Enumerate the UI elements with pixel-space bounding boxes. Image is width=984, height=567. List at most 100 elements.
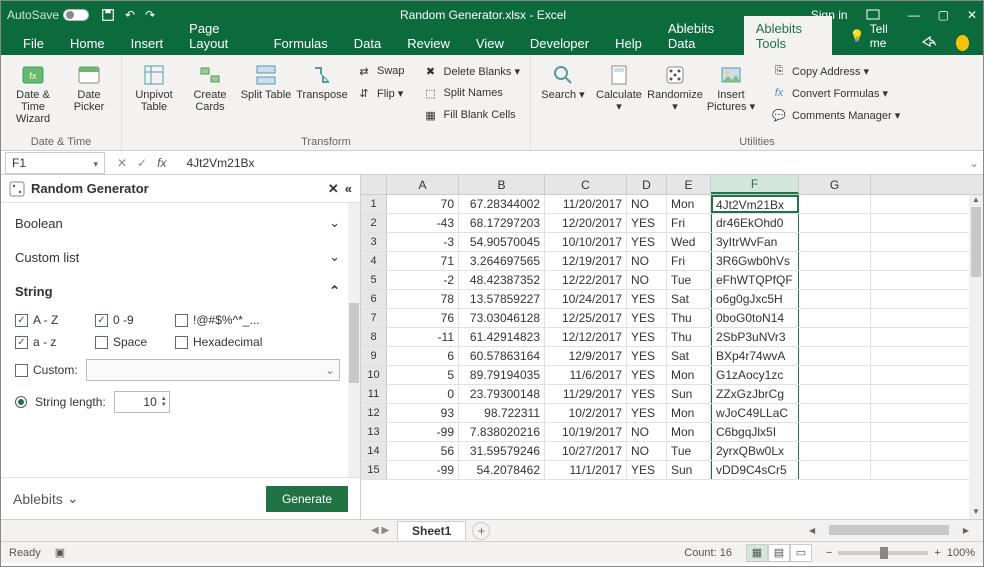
cell[interactable]: 11/6/2017	[545, 366, 627, 384]
cell[interactable]: YES	[627, 214, 667, 232]
cell[interactable]: YES	[627, 461, 667, 479]
cell[interactable]: Sat	[667, 290, 711, 308]
cell[interactable]	[799, 347, 871, 365]
save-icon[interactable]	[101, 8, 115, 22]
cell[interactable]: 12/19/2017	[545, 252, 627, 270]
expand-formula-icon[interactable]: ⌄	[965, 156, 983, 170]
scrollbar-thumb[interactable]	[349, 303, 359, 383]
cell[interactable]: 3.264697565	[459, 252, 545, 270]
comments-manager-button[interactable]: 💬Comments Manager ▾	[767, 105, 904, 125]
flip-button[interactable]: ⇵Flip ▾	[352, 83, 409, 103]
cell[interactable]: 2yrxQBw0Lx	[711, 442, 799, 460]
row-header[interactable]: 7	[361, 309, 387, 327]
cell[interactable]: Thu	[667, 309, 711, 327]
cell[interactable]: YES	[627, 290, 667, 308]
row-header[interactable]: 4	[361, 252, 387, 270]
row-header[interactable]: 1	[361, 195, 387, 213]
cell[interactable]: 13.57859227	[459, 290, 545, 308]
transpose-button[interactable]: Transpose	[296, 59, 348, 101]
cell[interactable]: NO	[627, 423, 667, 441]
view-page-layout[interactable]: ▤	[768, 544, 790, 562]
cell[interactable]: -99	[387, 423, 459, 441]
cell[interactable]: 10/19/2017	[545, 423, 627, 441]
cell[interactable]: 60.57863164	[459, 347, 545, 365]
cell[interactable]: eFhWTQPfQF	[711, 271, 799, 289]
fx-icon[interactable]: fx	[157, 156, 166, 170]
view-page-break[interactable]: ▭	[790, 544, 812, 562]
formula-input[interactable]: 4Jt2Vm21Bx	[180, 156, 965, 170]
cell[interactable]: YES	[627, 309, 667, 327]
row-header[interactable]: 13	[361, 423, 387, 441]
col-header-B[interactable]: B	[459, 175, 545, 194]
cell[interactable]	[799, 214, 871, 232]
tab-insert[interactable]: Insert	[119, 31, 176, 55]
cell[interactable]: 12/22/2017	[545, 271, 627, 289]
col-header-F[interactable]: F	[711, 175, 799, 194]
cell[interactable]: Mon	[667, 366, 711, 384]
zoom-out-button[interactable]: −	[826, 547, 832, 559]
cell[interactable]	[799, 271, 871, 289]
undo-icon[interactable]: ↶	[125, 8, 135, 22]
cell[interactable]: Thu	[667, 328, 711, 346]
scroll-up-icon[interactable]: ▲	[969, 195, 983, 207]
cell[interactable]: -99	[387, 461, 459, 479]
cell[interactable]: YES	[627, 347, 667, 365]
cell[interactable]: 73.03046128	[459, 309, 545, 327]
add-sheet-button[interactable]: +	[472, 522, 490, 540]
check-az[interactable]: ✓a - z	[15, 335, 95, 349]
col-header-C[interactable]: C	[545, 175, 627, 194]
row-header[interactable]: 10	[361, 366, 387, 384]
col-header-G[interactable]: G	[799, 175, 871, 194]
spin-down-icon[interactable]: ▼	[161, 402, 167, 408]
calculate-button[interactable]: Calculate ▾	[593, 59, 645, 113]
cell[interactable]: Wed	[667, 233, 711, 251]
search-button[interactable]: Search ▾	[537, 59, 589, 101]
scrollbar-thumb[interactable]	[971, 207, 981, 277]
cell[interactable]: NO	[627, 271, 667, 289]
chevron-down-icon[interactable]	[90, 156, 98, 170]
cell[interactable]: Sun	[667, 385, 711, 403]
cell[interactable]: 5	[387, 366, 459, 384]
pane-collapse-icon[interactable]: «	[345, 181, 352, 196]
cell[interactable]: Fri	[667, 214, 711, 232]
cell[interactable]: 48.42387352	[459, 271, 545, 289]
tab-formulas[interactable]: Formulas	[262, 31, 340, 55]
cell[interactable]: 2SbP3uNVr3	[711, 328, 799, 346]
tab-developer[interactable]: Developer	[518, 31, 601, 55]
row-header[interactable]: 14	[361, 442, 387, 460]
section-string[interactable]: String⌃	[1, 275, 360, 309]
cell[interactable]: 3yItrWvFan	[711, 233, 799, 251]
minimize-icon[interactable]: —	[908, 8, 920, 22]
string-length-spinner[interactable]: 10 ▲▼	[114, 391, 170, 413]
col-header-E[interactable]: E	[667, 175, 711, 194]
cell[interactable]: 68.17297203	[459, 214, 545, 232]
radio-string-length[interactable]	[15, 396, 27, 408]
scrollbar-thumb[interactable]	[829, 525, 949, 535]
cell[interactable]: 54.2078462	[459, 461, 545, 479]
tab-ablebits-tools[interactable]: Ablebits Tools	[744, 16, 832, 55]
cell[interactable]: wJoC49LLaC	[711, 404, 799, 422]
row-header[interactable]: 2	[361, 214, 387, 232]
cell[interactable]: -43	[387, 214, 459, 232]
col-header-D[interactable]: D	[627, 175, 667, 194]
horizontal-scrollbar[interactable]: ◀▶	[809, 523, 969, 537]
cell[interactable]	[799, 309, 871, 327]
row-header[interactable]: 5	[361, 271, 387, 289]
section-custom-list[interactable]: Custom list⌄	[1, 241, 360, 275]
cell[interactable]: 12/12/2017	[545, 328, 627, 346]
cell[interactable]: 71	[387, 252, 459, 270]
cell[interactable]: 67.28344002	[459, 195, 545, 213]
close-icon[interactable]: ✕	[967, 8, 977, 22]
cell[interactable]: 93	[387, 404, 459, 422]
cell[interactable]: 12/25/2017	[545, 309, 627, 327]
date-time-wizard-button[interactable]: fx Date & Time Wizard	[7, 59, 59, 125]
cell[interactable]: NO	[627, 195, 667, 213]
check-symbols[interactable]: !@#$%^*_...	[175, 313, 295, 327]
row-header[interactable]: 11	[361, 385, 387, 403]
cell[interactable]	[799, 328, 871, 346]
cell[interactable]: 76	[387, 309, 459, 327]
cell[interactable]: 12/9/2017	[545, 347, 627, 365]
zoom-in-button[interactable]: +	[934, 547, 940, 559]
cell[interactable]: 4Jt2Vm21Bx	[711, 195, 799, 213]
cell[interactable]: 0	[387, 385, 459, 403]
